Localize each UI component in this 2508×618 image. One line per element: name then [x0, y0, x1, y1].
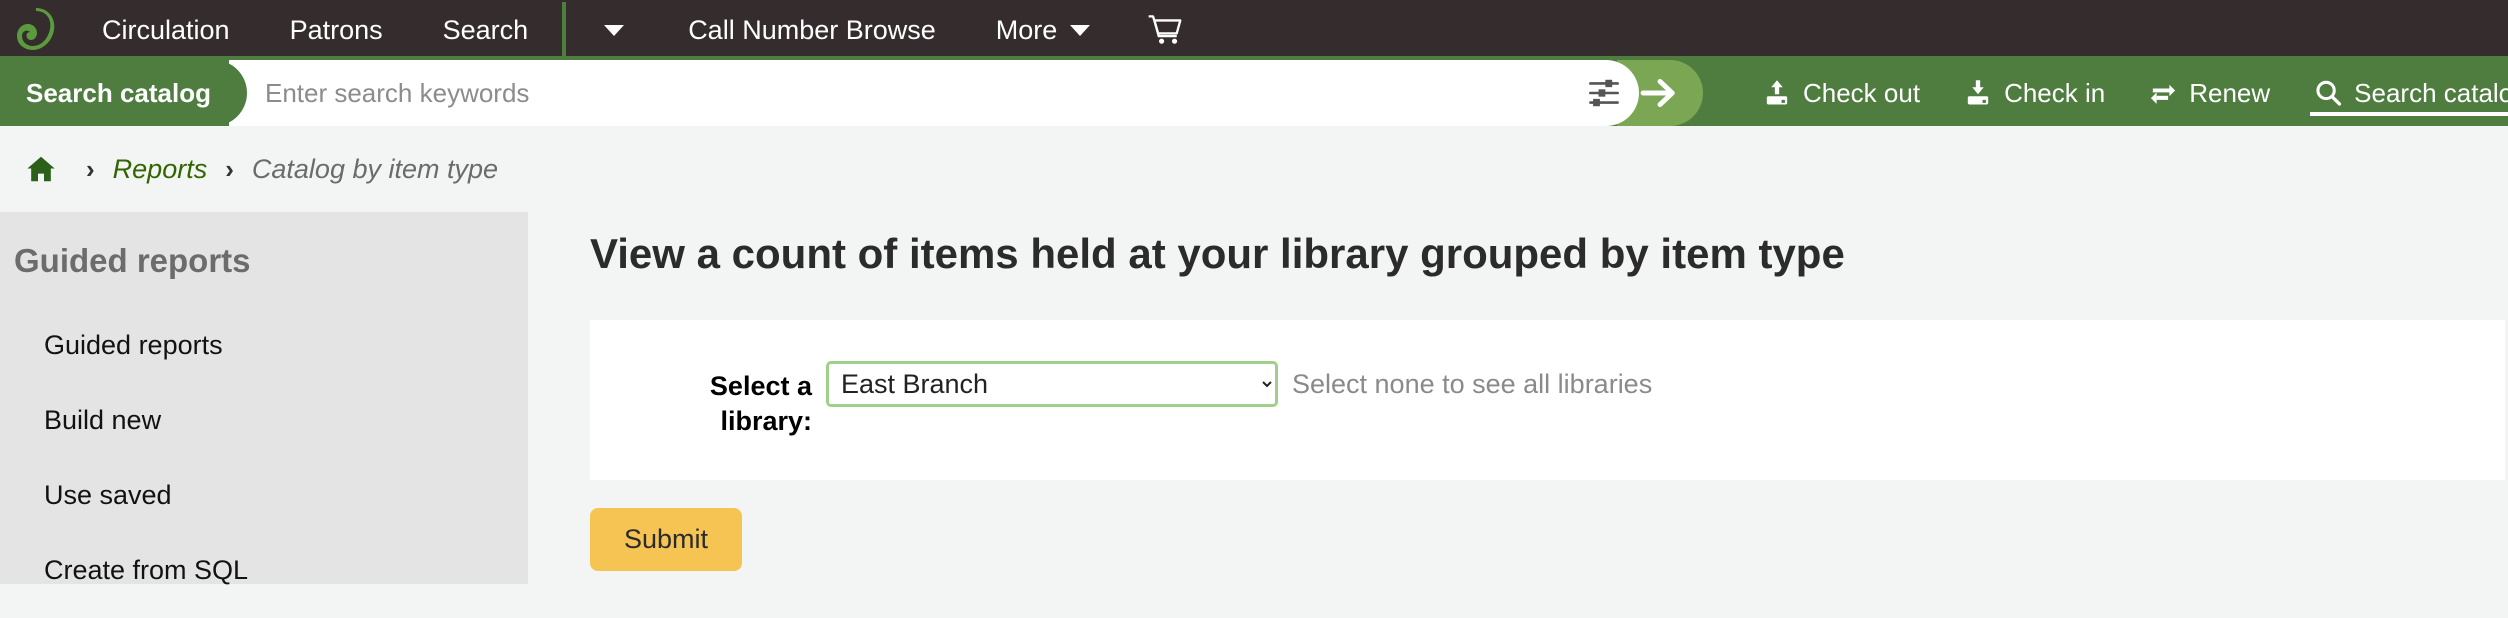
sidebar: Guided reports Guided reports Build new …: [0, 212, 528, 585]
breadcrumb: › Reports › Catalog by item type: [0, 126, 2508, 212]
sidebar-item-use-saved[interactable]: Use saved: [0, 468, 528, 523]
main-content: View a count of items held at your libra…: [528, 212, 2508, 584]
nav-item-more[interactable]: More: [966, 2, 1121, 58]
quick-link-check-in[interactable]: Check in: [1942, 60, 2127, 126]
nav-item-circulation[interactable]: Circulation: [72, 2, 260, 58]
chevron-down-icon: [1070, 24, 1091, 36]
catalog-search-form: Search catalog: [0, 60, 1703, 126]
nav-item-call-number-browse[interactable]: Call Number Browse: [658, 2, 966, 58]
library-select-label: Select a library:: [709, 370, 812, 436]
search-input[interactable]: [264, 60, 1569, 126]
search-scope-tab[interactable]: Search catalog: [0, 60, 247, 126]
sidebar-heading: Guided reports: [14, 242, 251, 279]
home-icon: [27, 156, 55, 182]
breadcrumb-separator: ›: [86, 153, 95, 184]
nav-item-label: Patrons: [289, 14, 383, 45]
nav-divider: [562, 2, 567, 58]
nav-item-patrons[interactable]: Patrons: [260, 2, 413, 58]
cart-button[interactable]: [1120, 2, 1210, 58]
nav-item-search[interactable]: Search: [413, 2, 559, 58]
arrow-right-icon: [1640, 79, 1675, 108]
sidebar-item-build-new[interactable]: Build new: [0, 393, 528, 448]
download-icon: [1967, 80, 1989, 105]
quick-links: Check out Check in Renew Search catalo: [1741, 60, 2508, 126]
koha-logo[interactable]: [0, 0, 72, 60]
sliders-icon: [1589, 79, 1619, 107]
chevron-down-icon: [604, 24, 625, 36]
page-title: View a count of items held at your libra…: [590, 230, 1845, 277]
nav-more-toggle[interactable]: [570, 2, 658, 58]
submit-button[interactable]: Submit: [590, 508, 743, 571]
library-select-hint: Select none to see all libraries: [1292, 368, 1653, 399]
search-scope-label: Search catalog: [26, 77, 211, 108]
breadcrumb-link-reports[interactable]: Reports: [113, 154, 208, 185]
koha-leaf-logo-icon: [17, 8, 55, 50]
search-toolbar: Search catalog Enter search keywords Che…: [0, 60, 2508, 126]
top-navigation-bar: Circulation Patrons Search Call Number B…: [0, 0, 2508, 60]
quick-link-search-catalog[interactable]: Search catalog: [2292, 60, 2508, 126]
submit-row: Submit: [590, 480, 2508, 571]
renew-exchange-icon: [2151, 84, 2176, 104]
quick-link-check-out[interactable]: Check out: [1741, 60, 1942, 126]
nav-item-label: Search: [442, 14, 529, 45]
magnifier-icon: [2316, 80, 2342, 106]
nav-item-label: More: [995, 14, 1058, 45]
report-form-panel: Select a library: East Branch Select non…: [590, 320, 2505, 480]
breadcrumb-separator: ›: [225, 153, 234, 184]
quick-link-renew[interactable]: Renew: [2127, 60, 2292, 126]
breadcrumb-home-link[interactable]: [14, 155, 68, 183]
quick-link-label: Check out: [1802, 77, 1921, 108]
upload-icon: [1766, 80, 1788, 105]
sidebar-item-create-from-sql[interactable]: Create from SQL: [0, 543, 528, 598]
breadcrumb-current-page: Catalog by item type: [251, 153, 499, 184]
quick-link-label: Search catalog: [2354, 77, 2508, 108]
library-select[interactable]: East Branch: [826, 360, 1278, 407]
nav-item-label: Circulation: [102, 14, 230, 45]
quick-link-label: Check in: [2004, 77, 2106, 108]
page-layout: Guided reports Guided reports Build new …: [0, 212, 2508, 585]
search-field-container: [228, 60, 1569, 126]
search-options-button[interactable]: [1568, 60, 1639, 126]
quick-link-label: Renew: [2189, 77, 2271, 108]
shopping-cart-icon: [1148, 15, 1182, 44]
sidebar-item-guided-reports[interactable]: Guided reports: [0, 318, 528, 373]
nav-item-label: Call Number Browse: [688, 14, 936, 45]
library-select-row: Select a library: East Branch Select non…: [680, 360, 1653, 439]
